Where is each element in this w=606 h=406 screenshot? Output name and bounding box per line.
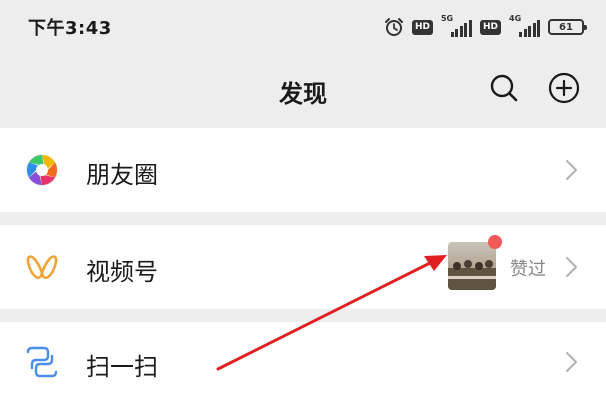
battery-level: 61 — [559, 21, 573, 33]
menu-item-scan[interactable]: 扫一扫 — [0, 322, 606, 406]
status-bar: 下午3:43 HD 5G HD 4G 61 — [0, 0, 606, 52]
status-icons: HD 5G HD 4G 61 — [384, 14, 587, 40]
menu-item-channels[interactable]: 视频号 赞过 — [0, 225, 606, 309]
aperture-icon — [26, 154, 58, 186]
chevron-right-icon — [565, 159, 578, 181]
status-time: 下午3:43 — [28, 18, 112, 39]
search-button[interactable] — [488, 72, 520, 104]
chevron-right-icon — [565, 351, 578, 373]
scan-icon — [26, 346, 58, 378]
search-icon — [490, 74, 518, 102]
signal-4g-icon: 4G — [509, 14, 540, 37]
battery-icon: 61 — [548, 19, 587, 35]
hd-badge-1: HD — [411, 19, 433, 35]
menu-item-moments[interactable]: 朋友圈 — [0, 128, 606, 212]
signal-5g-icon: 5G — [440, 14, 472, 37]
menu-item-label: 扫一扫 — [86, 353, 158, 381]
channel-thumbnail — [448, 242, 496, 290]
red-dot-badge — [488, 235, 502, 249]
add-button[interactable] — [548, 72, 580, 104]
hd-badge-2: HD — [479, 19, 501, 35]
nav-bar: 发现 — [0, 52, 606, 128]
menu-item-label: 视频号 — [86, 258, 158, 286]
network-5g-label: 5G — [440, 14, 454, 23]
butterfly-icon — [26, 255, 58, 280]
chevron-right-icon — [565, 256, 578, 278]
network-4g-label: 4G — [509, 14, 522, 23]
alarm-clock-icon — [384, 18, 403, 36]
menu-item-label: 朋友圈 — [86, 161, 158, 189]
channel-hint-text: 赞过 — [510, 259, 546, 280]
plus-circle-icon — [548, 72, 580, 104]
